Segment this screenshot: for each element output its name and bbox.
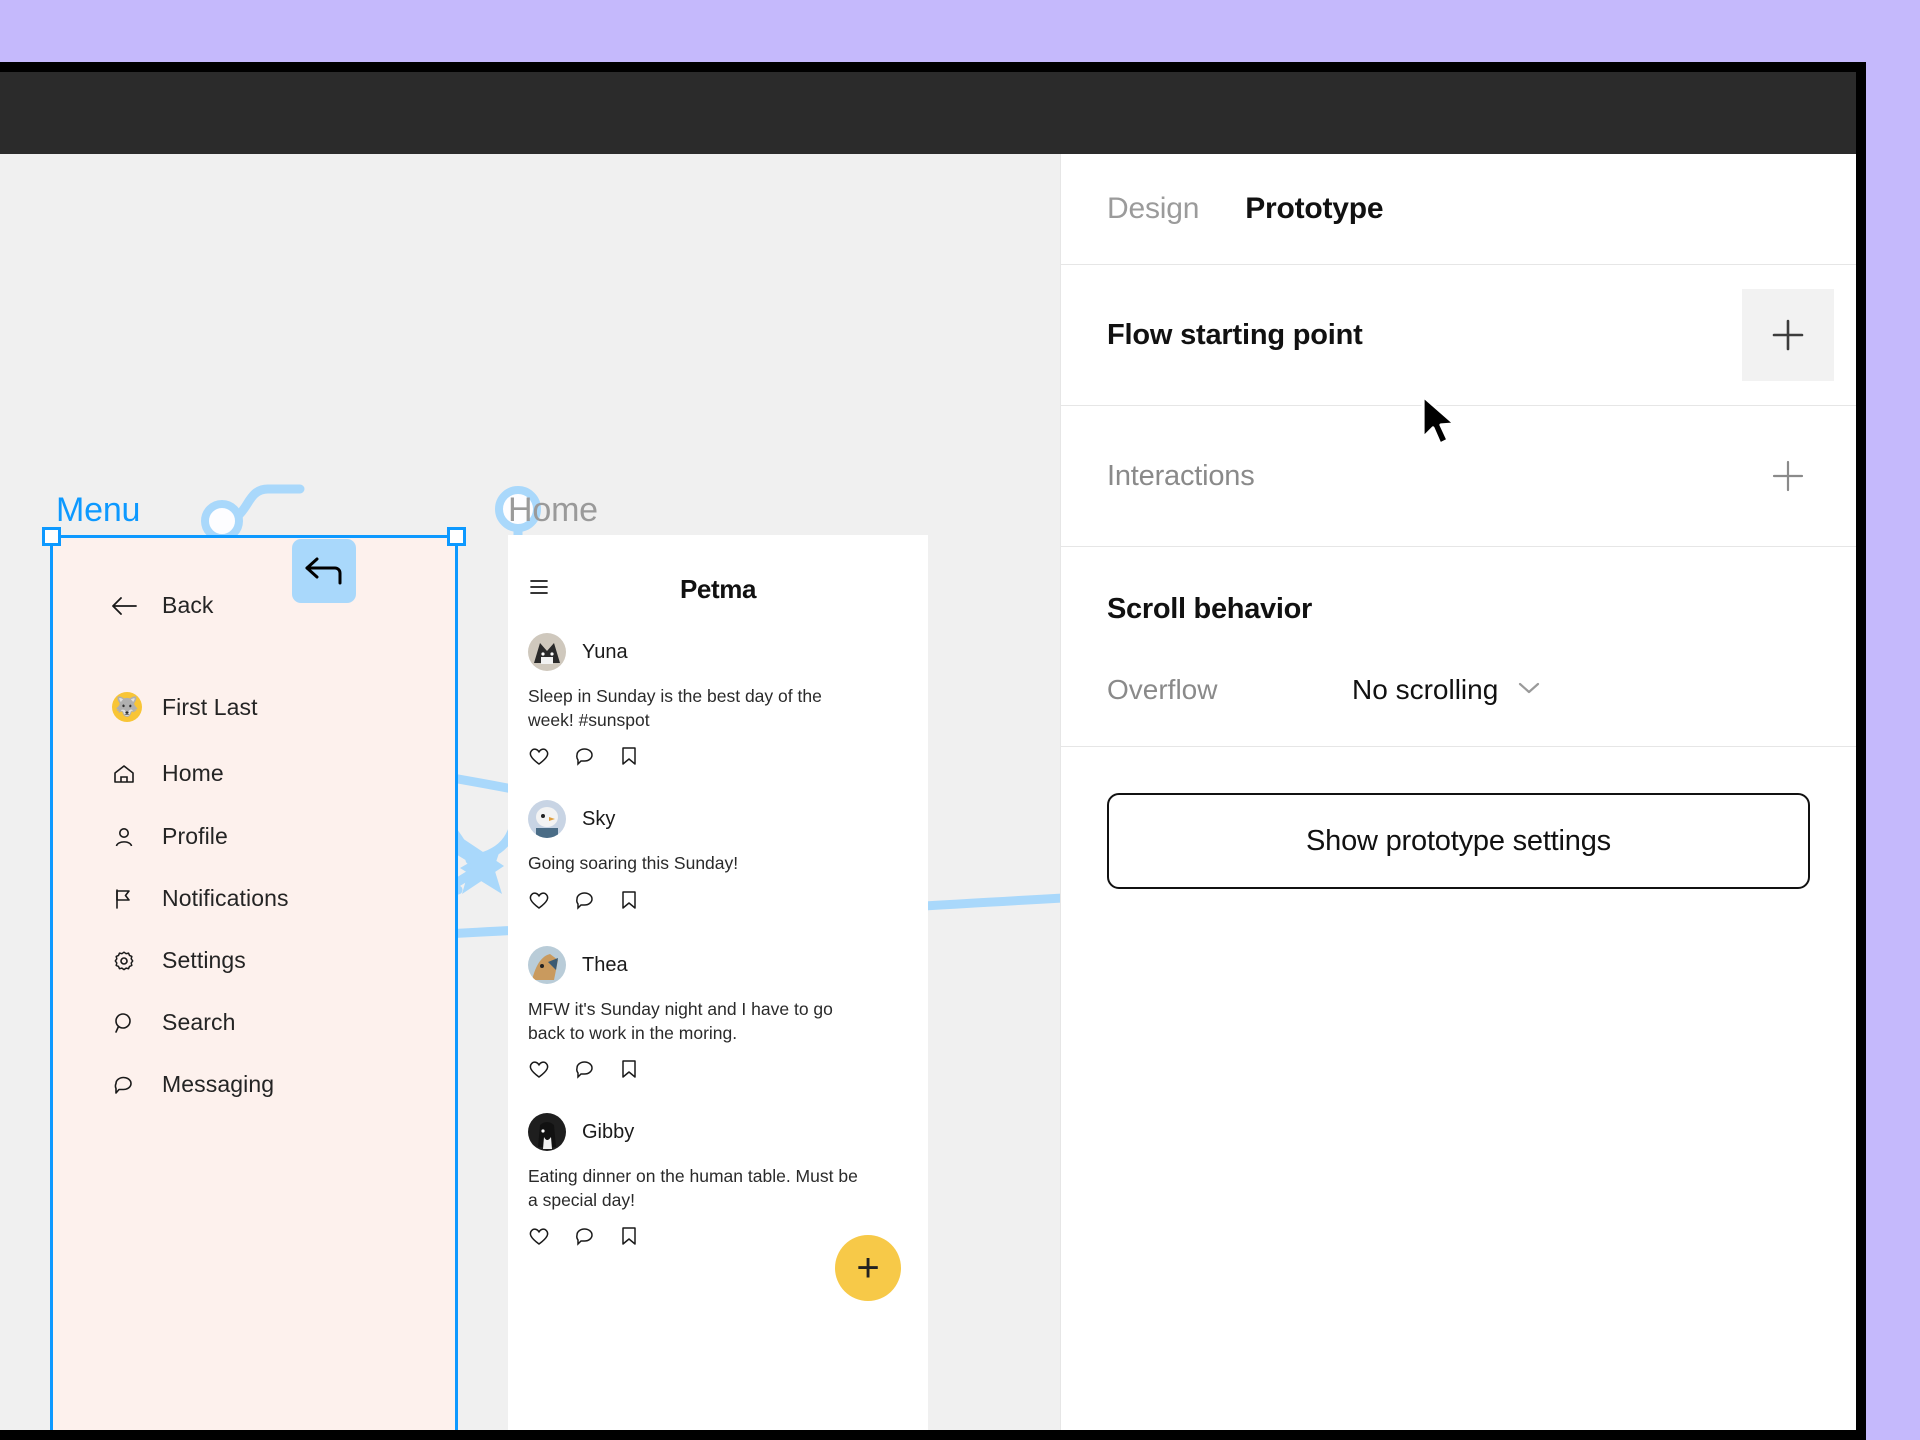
interactions-row: Interactions bbox=[1061, 406, 1856, 546]
add-interaction-button[interactable] bbox=[1742, 430, 1834, 522]
feed-post[interactable]: Thea MFW it's Sunday night and I have to… bbox=[528, 946, 928, 1084]
comment-icon[interactable] bbox=[574, 1059, 596, 1084]
bookmark-icon[interactable] bbox=[620, 890, 638, 915]
menu-item-label: First Last bbox=[162, 693, 258, 720]
avatar bbox=[528, 946, 566, 984]
app-title: Petma bbox=[679, 573, 757, 604]
avatar bbox=[528, 633, 566, 671]
frame-label-menu[interactable]: Menu bbox=[56, 491, 140, 530]
panel-tabs: Design Prototype bbox=[1061, 154, 1856, 264]
post-actions bbox=[528, 746, 928, 771]
phone-app-header: Petma bbox=[508, 563, 928, 615]
menu-item-user[interactable]: 🐺 First Last bbox=[50, 692, 458, 722]
scroll-behavior-title: Scroll behavior bbox=[1107, 593, 1313, 625]
add-flow-starting-point-button[interactable] bbox=[1742, 289, 1834, 381]
bookmark-icon[interactable] bbox=[620, 1226, 638, 1251]
post-author: Yuna bbox=[582, 640, 628, 663]
feed-post[interactable]: Yuna Sleep in Sunday is the best day of … bbox=[528, 633, 928, 771]
comment-icon[interactable] bbox=[574, 890, 596, 915]
avatar bbox=[528, 800, 566, 838]
back-navigate-icon[interactable] bbox=[292, 539, 356, 603]
interactions-title: Interactions bbox=[1107, 459, 1255, 492]
window-titlebar bbox=[0, 72, 1856, 154]
feed-post[interactable]: Gibby Eating dinner on the human table. … bbox=[528, 1113, 928, 1251]
home-icon bbox=[112, 763, 162, 785]
scroll-behavior-section: Scroll behavior Overflow No scrolling bbox=[1061, 547, 1856, 746]
menu-item-back[interactable]: Back bbox=[50, 592, 458, 619]
post-author: Gibby bbox=[582, 1120, 635, 1143]
post-header: Sky bbox=[528, 800, 928, 838]
menu-item-label: Search bbox=[162, 1009, 236, 1035]
chat-bubble-icon bbox=[112, 1073, 162, 1097]
person-icon bbox=[112, 826, 162, 848]
menu-item-profile[interactable]: Profile bbox=[50, 823, 458, 850]
post-header: Thea bbox=[528, 946, 928, 984]
menu-item-label: Settings bbox=[162, 947, 246, 973]
post-header: Gibby bbox=[528, 1113, 928, 1151]
arrow-left-icon bbox=[112, 596, 162, 616]
application-window: Menu Home Back 🐺 First Last Home Profile… bbox=[0, 62, 1866, 1440]
heart-icon[interactable] bbox=[528, 1226, 550, 1251]
gear-icon bbox=[112, 949, 162, 973]
feed-post[interactable]: Sky Going soaring this Sunday! bbox=[528, 800, 928, 915]
search-icon bbox=[112, 1011, 162, 1035]
menu-item-label: Notifications bbox=[162, 885, 289, 911]
flow-starting-point-title: Flow starting point bbox=[1107, 318, 1363, 351]
hamburger-icon[interactable] bbox=[530, 579, 552, 600]
bookmark-icon[interactable] bbox=[620, 746, 638, 771]
menu-item-label: Profile bbox=[162, 823, 228, 849]
add-post-button[interactable]: + bbox=[835, 1235, 901, 1301]
chevron-down-icon[interactable] bbox=[1516, 680, 1542, 701]
tab-design[interactable]: Design bbox=[1107, 192, 1199, 226]
plus-icon bbox=[1772, 319, 1804, 351]
post-text: Sleep in Sunday is the best day of the w… bbox=[528, 686, 822, 730]
post-actions bbox=[528, 890, 928, 915]
comment-icon[interactable] bbox=[574, 1226, 596, 1251]
prototype-settings-wrapper: Show prototype settings bbox=[1061, 747, 1856, 935]
comment-icon[interactable] bbox=[574, 746, 596, 771]
avatar bbox=[528, 1113, 566, 1151]
post-author: Thea bbox=[582, 953, 628, 976]
menu-item-label: Messaging bbox=[162, 1071, 275, 1097]
post-text: Going soaring this Sunday! bbox=[528, 853, 739, 873]
menu-item-label: Home bbox=[162, 760, 224, 786]
post-text: MFW it's Sunday night and I have to go b… bbox=[528, 999, 833, 1043]
frame-label-home[interactable]: Home bbox=[508, 491, 598, 530]
overflow-row: Overflow No scrolling bbox=[1107, 674, 1810, 706]
frame-menu[interactable]: Back 🐺 First Last Home Profile Notificat… bbox=[50, 535, 458, 1430]
post-author: Sky bbox=[582, 807, 616, 830]
menu-item-home[interactable]: Home bbox=[50, 760, 458, 787]
menu-item-search[interactable]: Search bbox=[50, 1009, 458, 1036]
post-text: Eating dinner on the human table. Must b… bbox=[528, 1166, 858, 1210]
tab-prototype[interactable]: Prototype bbox=[1245, 192, 1383, 226]
post-actions bbox=[528, 1059, 928, 1084]
menu-item-label: Back bbox=[162, 592, 214, 618]
bookmark-icon[interactable] bbox=[620, 1059, 638, 1084]
overflow-select[interactable]: No scrolling bbox=[1352, 674, 1498, 706]
show-prototype-settings-button[interactable]: Show prototype settings bbox=[1107, 793, 1810, 889]
dog-avatar-icon: 🐺 bbox=[112, 692, 162, 722]
heart-icon[interactable] bbox=[528, 1059, 550, 1084]
menu-item-notifications[interactable]: Notifications bbox=[50, 885, 458, 912]
menu-item-settings[interactable]: Settings bbox=[50, 947, 458, 974]
plus-icon bbox=[1772, 460, 1804, 492]
flow-starting-point-row: Flow starting point bbox=[1061, 265, 1856, 405]
frame-home[interactable]: Petma Yuna Sleep in Sunday is the best d… bbox=[508, 535, 928, 1430]
properties-panel: Design Prototype Flow starting point Int… bbox=[1060, 154, 1856, 1430]
menu-item-messaging[interactable]: Messaging bbox=[50, 1071, 458, 1098]
heart-icon[interactable] bbox=[528, 746, 550, 771]
post-header: Yuna bbox=[528, 633, 928, 671]
heart-icon[interactable] bbox=[528, 890, 550, 915]
overflow-label: Overflow bbox=[1107, 674, 1218, 705]
flag-icon bbox=[112, 888, 162, 910]
